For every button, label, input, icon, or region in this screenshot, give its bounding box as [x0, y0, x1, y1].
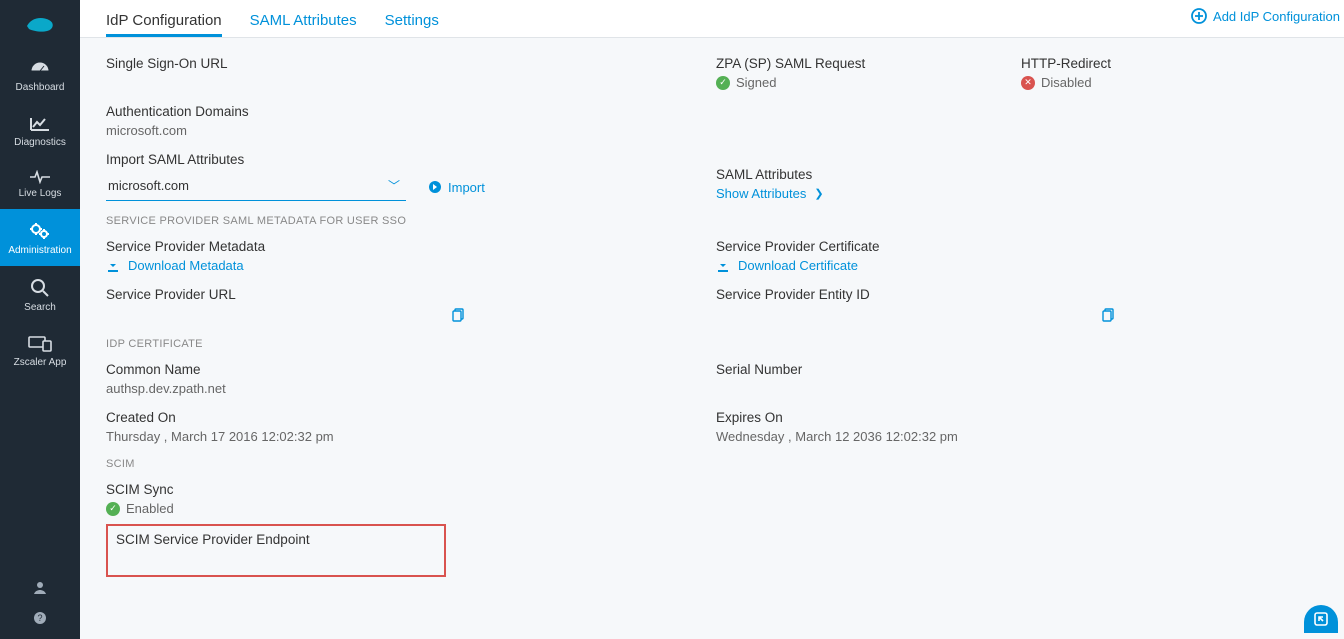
import-button[interactable]: Import [428, 180, 485, 195]
saml-attributes-label: SAML Attributes [716, 167, 1318, 182]
serial-number-label: Serial Number [716, 362, 1318, 377]
chevron-right-icon: ❯ [814, 187, 823, 200]
plus-circle-icon [1191, 8, 1207, 24]
scim-endpoint-value [116, 551, 436, 563]
saml-request-status: Signed [736, 75, 776, 90]
search-icon [30, 278, 50, 298]
check-circle-icon: ✓ [106, 502, 120, 516]
devices-icon [28, 335, 52, 353]
created-on-value: Thursday , March 17 2016 12:02:32 pm [106, 429, 716, 444]
zscaler-logo-icon [23, 12, 57, 36]
scim-section-header: SCIM [106, 458, 1318, 470]
expires-on-value: Wednesday , March 12 2036 12:02:32 pm [716, 429, 1318, 444]
nav-label: Diagnostics [14, 137, 66, 148]
sso-url-label: Single Sign-On URL [106, 56, 716, 71]
content: Single Sign-On URL ZPA (SP) SAML Request… [80, 38, 1344, 639]
arrow-circle-right-icon [428, 180, 442, 194]
gauge-icon [29, 60, 51, 78]
svg-text:?: ? [37, 613, 42, 623]
download-metadata-link[interactable]: Download Metadata [128, 258, 244, 273]
copy-icon[interactable] [452, 308, 466, 322]
dropdown-selected: microsoft.com [108, 178, 189, 193]
scim-sync-status: Enabled [126, 501, 174, 516]
scim-sync-label: SCIM Sync [106, 482, 1318, 497]
created-on-label: Created On [106, 410, 716, 425]
add-idp-label: Add IdP Configuration [1213, 9, 1340, 24]
topbar: IdP Configuration SAML Attributes Settin… [80, 0, 1344, 38]
download-icon [716, 259, 730, 273]
nav-label: Dashboard [16, 82, 65, 93]
sp-metadata-label: Service Provider Metadata [106, 239, 716, 254]
nav-live-logs[interactable]: Live Logs [0, 158, 80, 209]
nav-dashboard[interactable]: Dashboard [0, 48, 80, 103]
pulse-icon [29, 170, 51, 184]
tab-saml-attributes[interactable]: SAML Attributes [250, 8, 357, 37]
gears-icon [28, 221, 52, 241]
logo [0, 0, 80, 48]
sp-cert-label: Service Provider Certificate [716, 239, 1318, 254]
scim-endpoint-label: SCIM Service Provider Endpoint [116, 532, 436, 547]
chevron-down-icon: ﹀ [388, 177, 400, 194]
tab-settings[interactable]: Settings [385, 8, 439, 37]
user-icon[interactable] [33, 573, 47, 603]
import-saml-dropdown[interactable]: microsoft.com ﹀ [106, 173, 406, 201]
auth-domains-label: Authentication Domains [106, 104, 1318, 119]
http-redirect-label: HTTP-Redirect [1021, 56, 1318, 71]
sidebar: Dashboard Diagnostics Live Logs Administ… [0, 0, 80, 639]
common-name-value: authsp.dev.zpath.net [106, 381, 716, 396]
arrow-upleft-icon [1313, 611, 1329, 627]
sp-metadata-section-header: SERVICE PROVIDER SAML METADATA FOR USER … [106, 215, 1318, 227]
chart-line-icon [29, 115, 51, 133]
sp-url-label: Service Provider URL [106, 287, 716, 302]
import-saml-label: Import SAML Attributes [106, 152, 716, 167]
saml-request-label: ZPA (SP) SAML Request [716, 56, 1021, 71]
common-name-label: Common Name [106, 362, 716, 377]
auth-domains-value: microsoft.com [106, 123, 1318, 138]
http-redirect-status: Disabled [1041, 75, 1092, 90]
expires-on-label: Expires On [716, 410, 1318, 425]
show-attributes-link[interactable]: Show Attributes [716, 186, 806, 201]
nav-label: Zscaler App [14, 357, 67, 368]
nav-label: Live Logs [19, 188, 62, 199]
sp-entity-label: Service Provider Entity ID [716, 287, 1318, 302]
nav-diagnostics[interactable]: Diagnostics [0, 103, 80, 158]
sidebar-footer: ? [0, 573, 80, 639]
floating-action-button[interactable] [1304, 605, 1338, 633]
import-label: Import [448, 180, 485, 195]
download-icon [106, 259, 120, 273]
nav-zscaler-app[interactable]: Zscaler App [0, 323, 80, 378]
nav-search[interactable]: Search [0, 266, 80, 323]
nav-label: Search [24, 302, 56, 313]
add-idp-configuration-button[interactable]: Add IdP Configuration [1191, 8, 1340, 24]
download-cert-link[interactable]: Download Certificate [738, 258, 858, 273]
nav-administration[interactable]: Administration [0, 209, 80, 266]
idp-cert-section-header: IdP CERTIFICATE [106, 338, 1318, 350]
x-circle-icon: ✕ [1021, 76, 1035, 90]
nav-label: Administration [8, 245, 71, 256]
check-circle-icon: ✓ [716, 76, 730, 90]
main: IdP Configuration SAML Attributes Settin… [80, 0, 1344, 639]
help-icon[interactable]: ? [33, 603, 47, 633]
copy-icon[interactable] [1102, 308, 1116, 322]
scim-endpoint-highlight: SCIM Service Provider Endpoint [106, 524, 446, 577]
tab-idp-configuration[interactable]: IdP Configuration [106, 8, 222, 37]
